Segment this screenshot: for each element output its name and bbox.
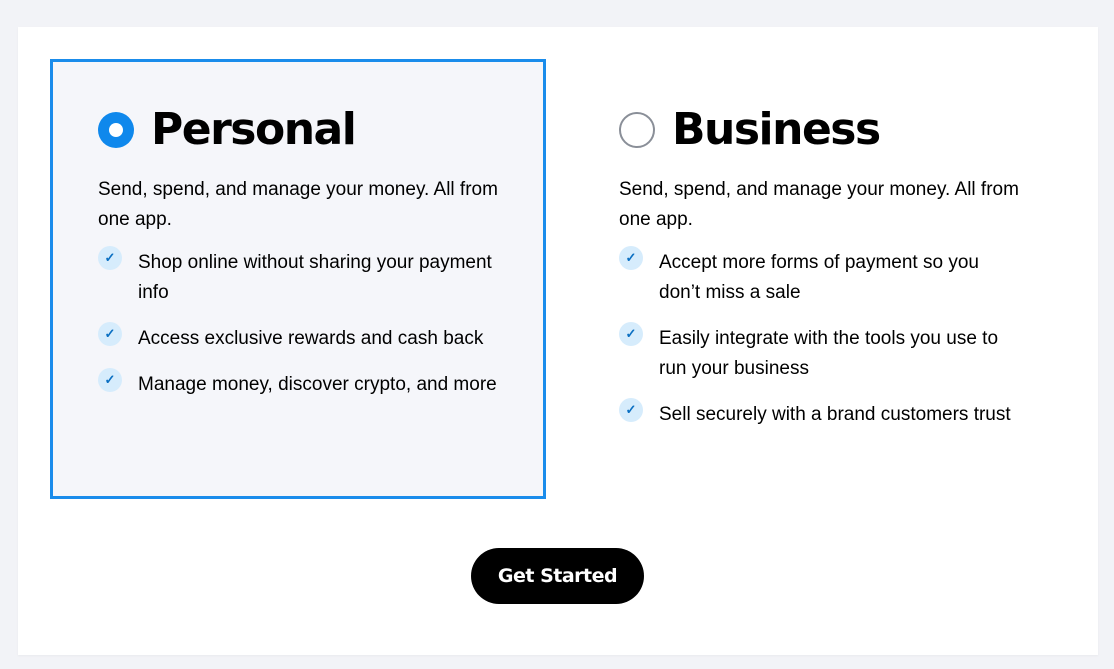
radio-unselected-icon[interactable] — [619, 112, 655, 148]
check-icon: ✓ — [619, 246, 643, 270]
feature-item: ✓ Easily integrate with the tools you us… — [619, 322, 1019, 384]
personal-option-header: Personal — [98, 102, 357, 158]
check-icon: ✓ — [98, 246, 122, 270]
feature-text: Accept more forms of payment so you don’… — [659, 252, 979, 303]
business-option-description: Send, spend, and manage your money. All … — [619, 179, 1019, 230]
feature-text: Shop online without sharing your payment… — [138, 252, 492, 303]
feature-text: Sell securely with a brand customers tru… — [659, 404, 1011, 425]
feature-item: ✓ Sell securely with a brand customers t… — [619, 398, 1019, 430]
business-option-title: Business — [672, 104, 881, 155]
check-icon: ✓ — [619, 322, 643, 346]
feature-text: Access exclusive rewards and cash back — [138, 328, 484, 349]
radio-selected-icon[interactable] — [98, 112, 134, 148]
feature-text: Easily integrate with the tools you use … — [659, 328, 999, 379]
feature-item: ✓ Access exclusive rewards and cash back — [98, 322, 498, 354]
personal-feature-list: ✓ Shop online without sharing your payme… — [98, 246, 498, 416]
personal-option-title: Personal — [151, 104, 357, 155]
get-started-button[interactable]: Get Started — [471, 548, 644, 604]
account-type-card: Personal Send, spend, and manage your mo… — [18, 27, 1098, 655]
personal-option[interactable]: Personal Send, spend, and manage your mo… — [50, 59, 546, 499]
business-option[interactable]: Business Send, spend, and manage your mo… — [571, 59, 1067, 499]
business-feature-list: ✓ Accept more forms of payment so you do… — [619, 246, 1019, 446]
feature-item: ✓ Manage money, discover crypto, and mor… — [98, 368, 498, 400]
feature-item: ✓ Shop online without sharing your payme… — [98, 246, 498, 308]
check-icon: ✓ — [98, 322, 122, 346]
feature-text: Manage money, discover crypto, and more — [138, 374, 497, 395]
feature-item: ✓ Accept more forms of payment so you do… — [619, 246, 1019, 308]
check-icon: ✓ — [619, 398, 643, 422]
business-option-header: Business — [619, 102, 881, 158]
personal-option-description: Send, spend, and manage your money. All … — [98, 179, 498, 230]
check-icon: ✓ — [98, 368, 122, 392]
